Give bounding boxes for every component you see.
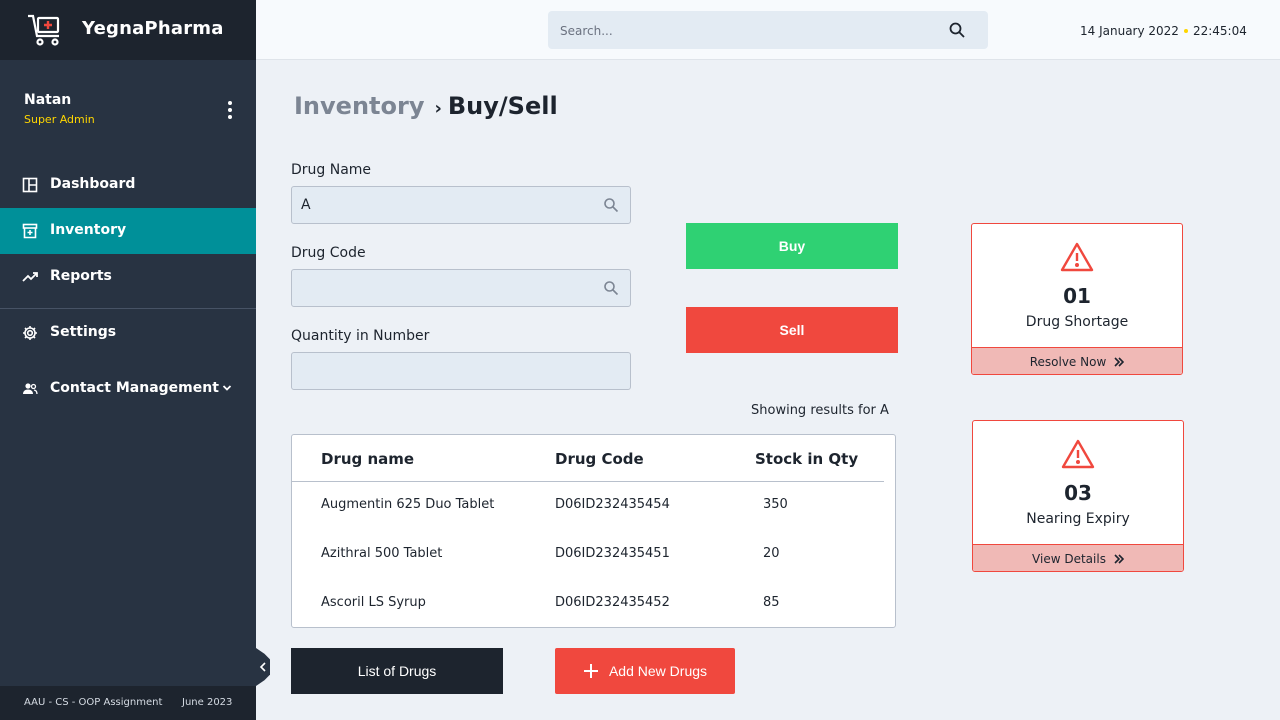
resolve-now-button[interactable]: Resolve Now <box>972 347 1182 374</box>
pharmacy-cart-icon <box>28 14 60 46</box>
drug-shortage-card: 01 Drug Shortage Resolve Now <box>971 223 1183 375</box>
current-date: 14 January 2022 <box>1080 24 1179 38</box>
drug-code-input[interactable] <box>292 270 630 306</box>
brand-name: YegnaPharma <box>82 18 224 39</box>
breadcrumb: Inventory › Buy/Sell <box>294 92 558 120</box>
alert-action-label: Resolve Now <box>1029 354 1107 369</box>
alert-count: 01 <box>1063 284 1091 308</box>
chevron-down-icon[interactable] <box>220 381 234 395</box>
alert-count: 03 <box>1064 481 1092 505</box>
warning-icon <box>1061 439 1095 469</box>
sidebar-item-label: Inventory <box>50 222 127 238</box>
sell-button[interactable]: Sell <box>686 307 898 353</box>
gear-icon <box>23 326 37 340</box>
user-role: Super Admin <box>24 113 95 126</box>
user-name: Natan <box>24 92 72 108</box>
column-header-drug-name[interactable]: Drug name <box>321 450 414 468</box>
separator-dot <box>1183 29 1188 33</box>
stock-cell: 350 <box>763 497 788 512</box>
nearing-expiry-card: 03 Nearing Expiry View Details <box>972 420 1184 572</box>
column-header-drug-code[interactable]: Drug Code <box>555 450 644 468</box>
more-options-icon[interactable] <box>222 98 238 122</box>
view-details-button[interactable]: View Details <box>973 544 1183 571</box>
sidebar-item-reports[interactable]: Reports <box>0 254 256 300</box>
alert-title: Nearing Expiry <box>1026 511 1130 527</box>
footer-course: AAU - CS - OOP Assignment <box>24 697 163 708</box>
plus-icon <box>583 664 598 678</box>
quantity-field[interactable] <box>291 352 631 390</box>
sidebar-item-inventory[interactable]: Inventory <box>0 208 256 254</box>
double-chevron-right-icon <box>1114 553 1124 564</box>
sidebar-item-label: Reports <box>50 268 112 284</box>
results-note: Showing results for A <box>751 403 889 418</box>
inventory-icon <box>22 223 38 239</box>
drug-code-cell: D06ID232435452 <box>555 595 670 610</box>
stock-cell: 85 <box>763 595 780 610</box>
sidebar-footer: AAU - CS - OOP Assignment June 2023 <box>0 686 256 720</box>
breadcrumb-parent[interactable]: Inventory <box>294 92 424 120</box>
drug-name-cell: Ascoril LS Syrup <box>321 595 426 610</box>
alert-title: Drug Shortage <box>1025 314 1129 330</box>
nav-divider <box>0 308 256 309</box>
dashboard-icon <box>22 177 38 193</box>
page-title: Buy/Sell <box>447 92 558 120</box>
footer-date: June 2023 <box>182 697 233 708</box>
sidebar-item-label: Dashboard <box>50 176 136 192</box>
breadcrumb-separator: › <box>434 98 442 119</box>
drug-name-cell: Augmentin 625 Duo Tablet <box>321 497 495 512</box>
warning-icon <box>1060 242 1094 272</box>
add-new-drugs-label: Add New Drugs <box>608 663 708 679</box>
quantity-label: Quantity in Number <box>291 328 430 344</box>
sidebar-collapse-toggle[interactable] <box>256 648 270 686</box>
table-row[interactable]: Ascoril LS Syrup D06ID232435452 85 <box>292 581 884 627</box>
list-of-drugs-button[interactable]: List of Drugs <box>291 648 503 694</box>
stock-cell: 20 <box>763 546 780 561</box>
drug-name-field[interactable] <box>291 186 631 224</box>
search-icon[interactable] <box>603 280 619 296</box>
search-icon[interactable] <box>603 197 619 213</box>
current-time: 22:45:04 <box>1192 24 1247 38</box>
add-new-drugs-button[interactable]: Add New Drugs <box>555 648 735 694</box>
reports-icon <box>22 272 38 282</box>
double-chevron-right-icon <box>1114 356 1125 367</box>
date-time: 14 January 2022 22:45:04 <box>1080 24 1247 38</box>
brand-bar: YegnaPharma <box>0 0 256 60</box>
drug-results-table: Drug name Drug Code Stock in Qty Augment… <box>291 434 896 628</box>
search-icon[interactable] <box>948 21 966 39</box>
sidebar-item-contact-management[interactable]: Contact Management <box>0 366 256 412</box>
column-header-stock[interactable]: Stock in Qty <box>755 450 858 468</box>
chevron-left-icon <box>259 662 266 672</box>
sidebar-item-label: Contact Management <box>50 380 219 396</box>
drug-code-cell: D06ID232435454 <box>555 497 670 512</box>
table-row[interactable]: Azithral 500 Tablet D06ID232435451 20 <box>292 532 884 580</box>
drug-name-label: Drug Name <box>291 162 372 178</box>
alert-action-label: View Details <box>1032 551 1106 566</box>
search-placeholder: Search... <box>560 24 613 38</box>
drug-code-cell: D06ID232435451 <box>555 546 670 561</box>
buy-button[interactable]: Buy <box>686 223 898 269</box>
drug-name-cell: Azithral 500 Tablet <box>321 546 443 561</box>
table-row[interactable]: Augmentin 625 Duo Tablet D06ID232435454 … <box>292 483 884 531</box>
user-profile: Natan Super Admin <box>24 92 95 126</box>
top-bar: Search... 14 January 2022 22:45:04 <box>256 0 1280 60</box>
sidebar: YegnaPharma Natan Super Admin Dashboard … <box>0 0 256 720</box>
search-input[interactable]: Search... <box>548 11 988 49</box>
drug-code-label: Drug Code <box>291 245 366 261</box>
quantity-input[interactable] <box>292 353 630 389</box>
users-icon <box>23 383 38 395</box>
sidebar-item-dashboard[interactable]: Dashboard <box>0 162 256 208</box>
drug-code-field[interactable] <box>291 269 631 307</box>
sidebar-item-label: Settings <box>50 324 117 340</box>
drug-name-input[interactable] <box>292 187 630 223</box>
sidebar-item-settings[interactable]: Settings <box>0 310 256 356</box>
table-header: Drug name Drug Code Stock in Qty <box>292 435 884 482</box>
